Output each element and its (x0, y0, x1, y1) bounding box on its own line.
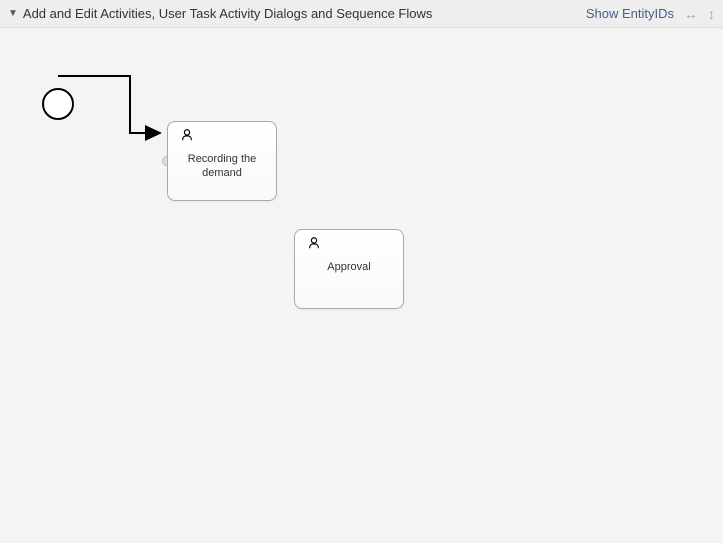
activity-node-recording-demand[interactable]: Recording the demand (167, 121, 277, 201)
activity-label: Approval (295, 260, 403, 274)
resize-vertical-icon[interactable]: ↕ (708, 6, 715, 22)
user-task-icon (180, 128, 194, 147)
user-task-icon (307, 236, 321, 255)
panel-header-left[interactable]: ▼ Add and Edit Activities, User Task Act… (8, 6, 586, 21)
panel-header: ▼ Add and Edit Activities, User Task Act… (0, 0, 723, 28)
diagram-canvas[interactable]: Recording the demand Approval (0, 28, 723, 543)
panel-header-right: Show EntityIDs ↔ ↕ (586, 6, 715, 22)
collapse-icon: ▼ (8, 8, 18, 19)
activity-label: Recording the demand (168, 152, 276, 181)
activity-node-approval[interactable]: Approval (294, 229, 404, 309)
resize-horizontal-icon[interactable]: ↔ (684, 6, 698, 22)
show-entity-ids-link[interactable]: Show EntityIDs (586, 6, 674, 21)
panel-title: Add and Edit Activities, User Task Activ… (23, 6, 432, 21)
start-event-node[interactable] (42, 88, 74, 120)
